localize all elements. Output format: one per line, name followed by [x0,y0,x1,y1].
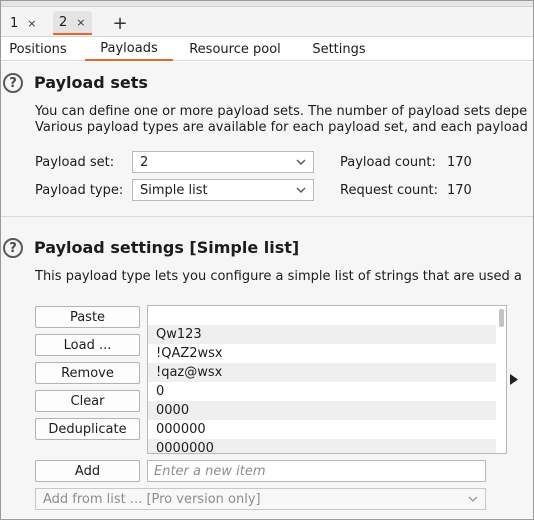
payload-count-label: Payload count: [340,155,436,170]
section-title-payload-sets: Payload sets [34,73,148,92]
tab-payloads[interactable]: Payloads [85,37,173,61]
add-tab-icon[interactable]: + [112,11,128,35]
close-icon[interactable]: × [76,16,85,29]
list-item[interactable] [148,306,496,325]
help-icon[interactable]: ? [3,238,23,258]
clear-button[interactable]: Clear [35,390,140,412]
list-item[interactable]: 0000 [148,401,496,420]
section-tab-bar: Positions Payloads Resource pool Setting… [1,37,533,61]
payload-type-select[interactable]: Simple list [132,179,314,201]
expand-arrow-icon[interactable] [509,374,518,385]
paste-button[interactable]: Paste [35,306,140,328]
close-icon[interactable]: × [27,17,36,30]
payload-list[interactable]: Qw123 !QAZ2wsx !qaz@wsx 0 0000 000000 00… [147,305,507,454]
add-from-list-select[interactable]: Add from list ... [Pro version only] [35,488,486,510]
request-count-label: Request count: [340,183,438,198]
payload-count-value: 170 [447,155,472,170]
request-tab-2[interactable]: 2 × [53,11,92,35]
add-button[interactable]: Add [35,460,140,482]
load-button[interactable]: Load ... [35,334,140,356]
request-tab-strip: 1 × 2 × + [1,1,533,37]
list-scrollbar[interactable] [499,309,504,327]
tab-strip-top-bar [1,1,533,7]
remove-button[interactable]: Remove [35,362,140,384]
list-item[interactable]: 000000 [148,420,496,439]
deduplicate-button[interactable]: Deduplicate [35,418,140,440]
tab-resource-pool[interactable]: Resource pool [183,37,287,61]
list-item[interactable]: Qw123 [148,325,496,344]
new-item-input[interactable]: Enter a new item [147,460,486,482]
list-item[interactable]: 0 [148,382,496,401]
payload-type-label: Payload type: [35,183,124,198]
section-title-payload-settings: Payload settings [Simple list] [34,238,300,257]
help-icon[interactable]: ? [3,73,23,93]
add-from-list-value: Add from list ... [Pro version only] [43,491,261,507]
request-tab-1[interactable]: 1 × [4,11,43,35]
payloads-panel: ? Payload sets You can define one or mor… [1,62,533,518]
chevron-down-icon [296,159,306,165]
list-item[interactable]: !qaz@wsx [148,363,496,382]
chevron-down-icon [296,187,306,193]
section-divider [1,216,533,217]
list-item[interactable]: !QAZ2wsx [148,344,496,363]
request-tab-label: 2 [59,14,68,30]
request-tab-label: 1 [10,15,19,31]
payload-type-value: Simple list [140,182,208,198]
payload-set-label: Payload set: [35,155,115,170]
payload-sets-description-line1: You can define one or more payload sets.… [35,104,528,119]
tab-positions[interactable]: Positions [1,37,75,61]
payload-set-value: 2 [140,154,149,170]
tab-settings[interactable]: Settings [305,37,373,61]
payload-set-select[interactable]: 2 [132,151,314,173]
payload-settings-description: This payload type lets you configure a s… [35,269,522,284]
chevron-down-icon [468,496,478,502]
payload-sets-description-line2: Various payload types are available for … [35,120,528,135]
list-item[interactable]: 0000000 [148,439,496,453]
request-count-value: 170 [447,183,472,198]
